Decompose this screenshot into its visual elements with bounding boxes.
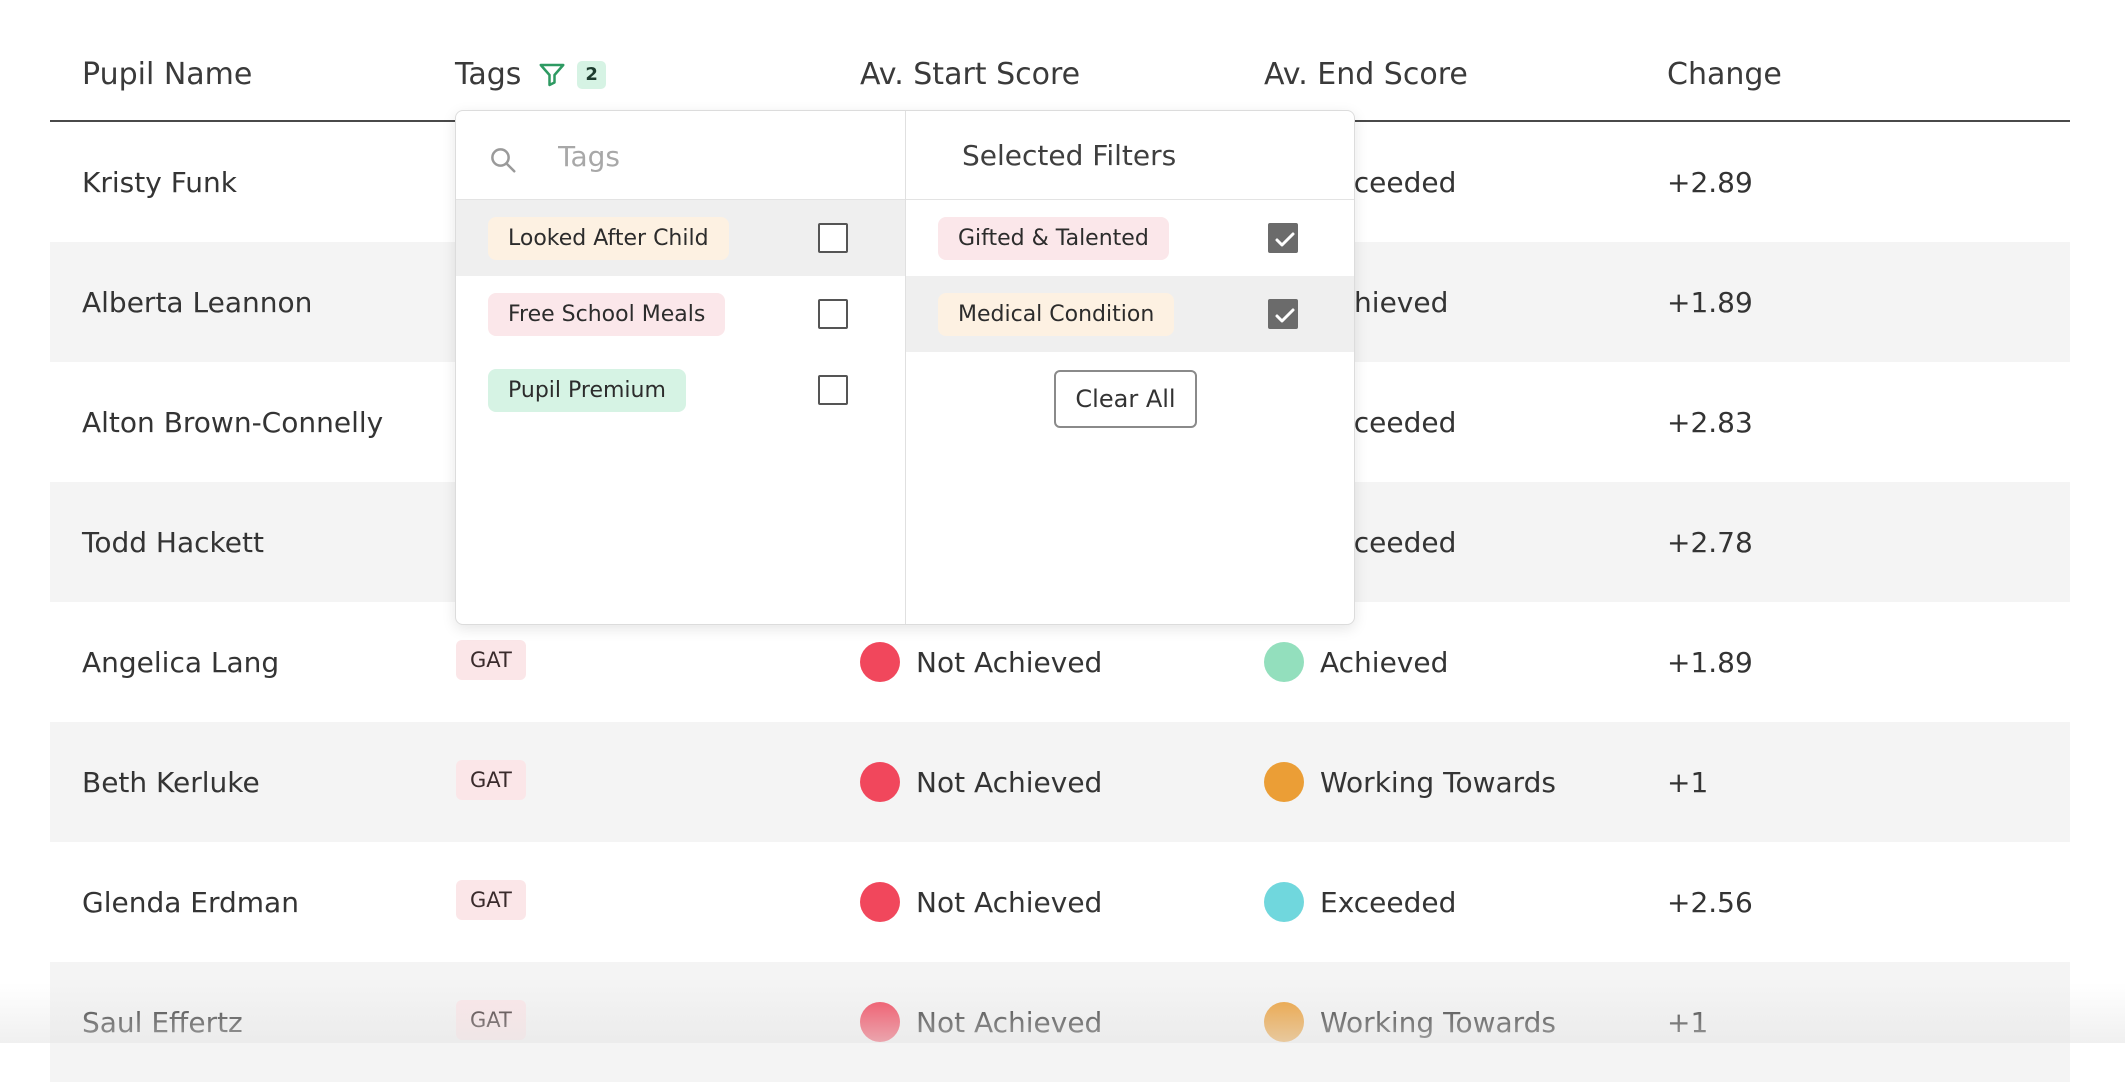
tag-search-bar bbox=[456, 111, 905, 200]
search-icon bbox=[488, 145, 518, 175]
start-score-cell: Not Achieved bbox=[860, 962, 1102, 1082]
tag-option[interactable]: Free School Meals bbox=[456, 276, 905, 352]
change-value: +1 bbox=[1667, 722, 1708, 842]
start-score-cell: Not Achieved bbox=[860, 842, 1102, 962]
tag-chip: Medical Condition bbox=[938, 293, 1174, 336]
column-header-pupil-name[interactable]: Pupil Name bbox=[82, 57, 252, 92]
tag-checkbox[interactable] bbox=[818, 299, 848, 329]
table-row[interactable]: Saul Effertz GAT Not Achieved Working Towar… bbox=[50, 962, 2070, 1082]
pupil-name: Alton Brown-Connelly bbox=[82, 362, 383, 482]
tag-chip: Gifted & Talented bbox=[938, 217, 1169, 260]
checkmark-icon bbox=[1273, 304, 1297, 328]
tag-checkbox[interactable] bbox=[818, 375, 848, 405]
tag-chip: GAT bbox=[456, 640, 526, 680]
status-dot bbox=[860, 1002, 900, 1042]
tags-cell: GAT bbox=[456, 722, 526, 842]
selected-filter-checkbox[interactable] bbox=[1268, 223, 1298, 253]
tag-chip: GAT bbox=[456, 760, 526, 800]
tag-search-input[interactable] bbox=[556, 133, 880, 179]
tag-chip: GAT bbox=[456, 880, 526, 920]
filter-funnel-icon[interactable] bbox=[537, 60, 567, 90]
start-score-label: Not Achieved bbox=[916, 766, 1102, 799]
change-value: +1.89 bbox=[1667, 242, 1753, 362]
pupil-name: Alberta Leannon bbox=[82, 242, 312, 362]
pupil-name: Glenda Erdman bbox=[82, 842, 299, 962]
change-value: +2.78 bbox=[1667, 482, 1753, 602]
start-score-label: Not Achieved bbox=[916, 886, 1102, 919]
column-header-tags[interactable]: Tags 2 bbox=[455, 57, 606, 92]
column-header-tags-label: Tags bbox=[455, 57, 521, 92]
pupil-name: Beth Kerluke bbox=[82, 722, 260, 842]
status-dot bbox=[1264, 1002, 1304, 1042]
change-value: +1 bbox=[1667, 962, 1708, 1082]
tag-option[interactable]: Looked After Child bbox=[456, 200, 905, 276]
tags-cell: GAT bbox=[456, 842, 526, 962]
pupil-name: Angelica Lang bbox=[82, 602, 279, 722]
end-score-cell: Working Towards bbox=[1264, 962, 1556, 1082]
column-header-change[interactable]: Change bbox=[1667, 57, 1782, 92]
column-header-start-score[interactable]: Av. Start Score bbox=[860, 57, 1080, 92]
pupil-name: Todd Hackett bbox=[82, 482, 264, 602]
available-tags-list: Looked After Child Free School Meals Pup… bbox=[456, 200, 905, 428]
end-score-label: Exceeded bbox=[1320, 886, 1456, 919]
checkmark-icon bbox=[1273, 228, 1297, 252]
status-dot bbox=[1264, 762, 1304, 802]
pupil-name: Kristy Funk bbox=[82, 122, 237, 242]
tag-option[interactable]: Pupil Premium bbox=[456, 352, 905, 428]
end-score-label: Working Towards bbox=[1320, 1006, 1556, 1039]
change-value: +2.89 bbox=[1667, 122, 1753, 242]
selected-filters-title: Selected Filters bbox=[962, 139, 1176, 172]
selected-filters-list: Gifted & Talented Medical Condition bbox=[906, 200, 1354, 352]
end-score-cell: Working Towards bbox=[1264, 722, 1556, 842]
selected-filters-pane: Selected Filters Gifted & Talented Medic… bbox=[906, 111, 1354, 624]
end-score-label: Working Towards bbox=[1320, 766, 1556, 799]
tag-chip: Looked After Child bbox=[488, 217, 729, 260]
clear-all-button[interactable]: Clear All bbox=[1054, 370, 1197, 428]
selected-filter-checkbox[interactable] bbox=[1268, 299, 1298, 329]
start-score-label: Not Achieved bbox=[916, 1006, 1102, 1039]
start-score-cell: Not Achieved bbox=[860, 722, 1102, 842]
tag-checkbox[interactable] bbox=[818, 223, 848, 253]
start-score-label: Not Achieved bbox=[916, 646, 1102, 679]
tag-chip: GAT bbox=[456, 1000, 526, 1040]
status-dot bbox=[860, 882, 900, 922]
status-dot bbox=[1264, 642, 1304, 682]
column-header-end-score[interactable]: Av. End Score bbox=[1264, 57, 1468, 92]
end-score-cell: Exceeded bbox=[1264, 842, 1456, 962]
available-tags-pane: Looked After Child Free School Meals Pup… bbox=[456, 111, 906, 624]
table-row[interactable]: Beth Kerluke GAT Not Achieved Working Towar… bbox=[50, 722, 2070, 842]
tags-filter-dropdown: Looked After Child Free School Meals Pup… bbox=[455, 110, 1355, 625]
filter-count-badge: 2 bbox=[577, 61, 606, 89]
tags-cell: GAT bbox=[456, 962, 526, 1082]
change-value: +1.89 bbox=[1667, 602, 1753, 722]
status-dot bbox=[860, 642, 900, 682]
selected-filters-header: Selected Filters bbox=[906, 111, 1354, 200]
selected-filter[interactable]: Medical Condition bbox=[906, 276, 1354, 352]
end-score-label: Achieved bbox=[1320, 646, 1448, 679]
pupil-name: Saul Effertz bbox=[82, 962, 243, 1082]
table-header: Pupil Name Tags 2 Av. Start Score Av. En… bbox=[50, 0, 2070, 122]
tag-chip: Free School Meals bbox=[488, 293, 725, 336]
table-row[interactable]: Glenda Erdman GAT Not Achieved Exceeded +2.5… bbox=[50, 842, 2070, 962]
change-value: +2.56 bbox=[1667, 842, 1753, 962]
selected-filter[interactable]: Gifted & Talented bbox=[906, 200, 1354, 276]
status-dot bbox=[860, 762, 900, 802]
change-value: +2.83 bbox=[1667, 362, 1753, 482]
status-dot bbox=[1264, 882, 1304, 922]
tag-chip: Pupil Premium bbox=[488, 369, 686, 412]
